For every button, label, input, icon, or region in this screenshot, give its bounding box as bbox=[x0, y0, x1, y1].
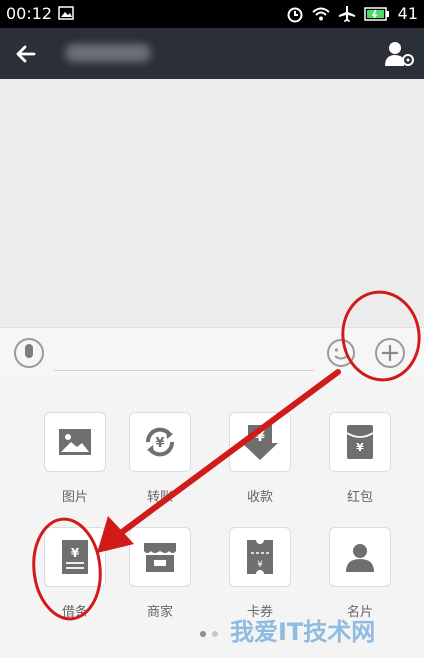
panel-item-label: 红包 bbox=[346, 490, 373, 505]
receive-tile[interactable]: ¥ bbox=[229, 412, 291, 472]
shop-tile[interactable] bbox=[129, 527, 191, 587]
panel-item-red-packet[interactable]: ¥ 红包 bbox=[315, 412, 405, 512]
message-input[interactable] bbox=[54, 342, 314, 371]
emoji-icon bbox=[327, 339, 355, 367]
input-bar bbox=[0, 327, 424, 379]
svg-text:¥: ¥ bbox=[255, 429, 265, 445]
panel-item-label: 图片 bbox=[61, 490, 88, 505]
svg-text:¥: ¥ bbox=[257, 560, 263, 570]
watermark-text: 我爱IT技术网 bbox=[230, 618, 376, 646]
panel-item-receive[interactable]: ¥ 收款 bbox=[215, 412, 305, 512]
microphone-icon bbox=[25, 344, 33, 358]
panel-item-photo[interactable]: 图片 bbox=[30, 412, 120, 512]
svg-text:¥: ¥ bbox=[356, 441, 364, 454]
shop-icon bbox=[144, 543, 176, 572]
battery-level: 41 bbox=[397, 4, 418, 23]
contact-card-tile[interactable] bbox=[329, 527, 391, 587]
panel-item-label: 收款 bbox=[246, 490, 273, 505]
page-indicator bbox=[200, 631, 218, 637]
page-dot-active bbox=[200, 631, 206, 637]
wifi-icon bbox=[311, 7, 330, 20]
status-bar: 00:12 41 bbox=[0, 0, 424, 28]
gallery-notification-icon bbox=[58, 6, 74, 20]
status-time: 00:12 bbox=[6, 4, 53, 23]
transfer-tile[interactable]: ¥ bbox=[129, 412, 191, 472]
airplane-icon bbox=[338, 5, 355, 22]
contact-settings-icon[interactable] bbox=[384, 40, 414, 68]
image-icon bbox=[59, 429, 91, 455]
transfer-icon: ¥ bbox=[145, 427, 175, 457]
panel-item-label: 借条 bbox=[61, 605, 88, 620]
back-arrow-icon[interactable] bbox=[10, 38, 42, 70]
chat-header bbox=[0, 28, 424, 79]
panel-item-label: 转账 bbox=[146, 490, 173, 505]
svg-text:¥: ¥ bbox=[155, 436, 164, 451]
panel-item-label: 商家 bbox=[146, 605, 173, 620]
contact-card-icon bbox=[346, 544, 374, 572]
red-packet-icon: ¥ bbox=[346, 425, 374, 459]
emoji-button[interactable] bbox=[326, 338, 356, 368]
alarm-icon bbox=[287, 7, 303, 22]
iou-icon: ¥ bbox=[62, 540, 88, 574]
photo-tile[interactable] bbox=[44, 412, 106, 472]
plus-icon bbox=[382, 345, 398, 361]
red-packet-tile[interactable]: ¥ bbox=[329, 412, 391, 472]
page-dot bbox=[212, 631, 218, 637]
voice-button[interactable] bbox=[14, 338, 44, 368]
iou-tile[interactable]: ¥ bbox=[44, 527, 106, 587]
contact-name-blurred bbox=[66, 44, 150, 62]
receive-money-icon: ¥ bbox=[242, 425, 278, 460]
svg-text:¥: ¥ bbox=[71, 546, 80, 560]
panel-item-iou[interactable]: ¥ 借条 bbox=[30, 527, 120, 627]
chat-area bbox=[0, 79, 424, 327]
panel-item-shop[interactable]: 商家 bbox=[115, 527, 205, 627]
battery-icon bbox=[363, 6, 389, 21]
panel-item-transfer[interactable]: ¥ 转账 bbox=[115, 412, 205, 512]
coupon-tile[interactable]: ¥ bbox=[229, 527, 291, 587]
coupon-icon: ¥ bbox=[247, 540, 273, 574]
more-functions-button[interactable] bbox=[375, 338, 405, 368]
status-icons: 41 bbox=[286, 4, 418, 23]
